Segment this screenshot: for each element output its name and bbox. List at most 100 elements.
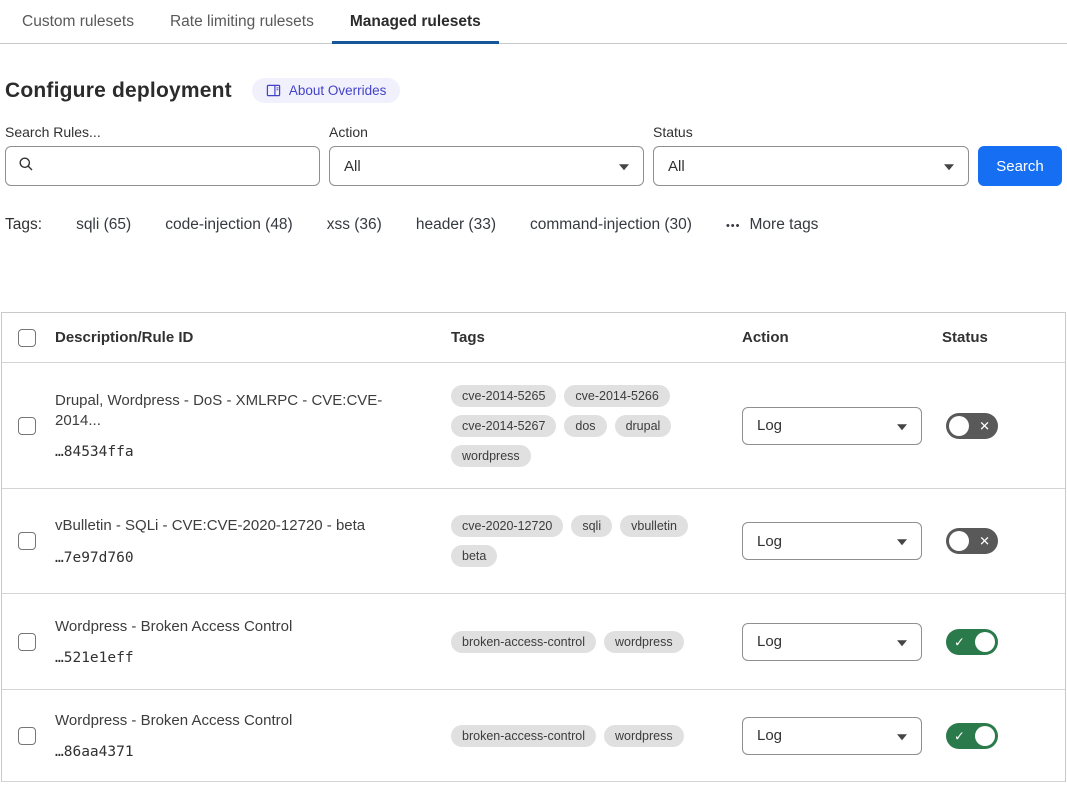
tab-custom-rulesets[interactable]: Custom rulesets (4, 0, 152, 43)
tag-pill: wordpress (604, 631, 684, 653)
table-row: Drupal, Wordpress - DoS - XMLRPC - CVE:C… (2, 363, 1065, 489)
tag-link-command-injection[interactable]: command-injection (30) (530, 216, 692, 234)
ruleset-tabs: Custom rulesets Rate limiting rulesets M… (0, 0, 1067, 44)
tag-link-xss[interactable]: xss (36) (327, 216, 382, 234)
column-header-status: Status (942, 329, 1065, 346)
toggle-state-icon (954, 635, 965, 648)
rule-title: Drupal, Wordpress - DoS - XMLRPC - CVE:C… (55, 391, 427, 432)
toggle-knob (949, 416, 969, 436)
tags-bar-label: Tags: (5, 216, 42, 234)
row-checkbox[interactable] (18, 417, 36, 435)
rule-tags: cve-2020-12720 sqli vbulletin beta (451, 501, 742, 581)
chevron-down-icon (897, 424, 907, 430)
chevron-down-icon (944, 164, 954, 170)
status-toggle[interactable] (946, 629, 998, 655)
chevron-down-icon (619, 164, 629, 170)
tag-pill: beta (451, 545, 497, 567)
table-row: vBulletin - SQLi - CVE:CVE-2020-12720 - … (2, 489, 1065, 594)
tag-pill: cve-2020-12720 (451, 515, 563, 537)
column-header-description: Description/Rule ID (55, 329, 451, 346)
toggle-state-icon (954, 729, 965, 742)
row-checkbox[interactable] (18, 532, 36, 550)
more-tags-button[interactable]: ••• More tags (726, 216, 818, 234)
tag-pill: dos (564, 415, 606, 437)
row-action-value: Log (757, 417, 782, 434)
tab-rate-limiting-rulesets[interactable]: Rate limiting rulesets (152, 0, 332, 43)
tag-link-sqli[interactable]: sqli (65) (76, 216, 131, 234)
toggle-knob (975, 632, 995, 652)
tab-managed-rulesets[interactable]: Managed rulesets (332, 0, 499, 43)
tag-pill: wordpress (604, 725, 684, 747)
tag-pill: broken-access-control (451, 631, 596, 653)
managed-rules-table: Description/Rule ID Tags Action Status D… (1, 312, 1066, 782)
status-toggle[interactable] (946, 413, 998, 439)
toggle-knob (975, 726, 995, 746)
rule-tags: broken-access-control wordpress (451, 617, 742, 667)
toggle-state-icon (979, 419, 990, 432)
column-header-action: Action (742, 329, 942, 346)
search-rules-input[interactable] (42, 147, 319, 185)
row-checkbox[interactable] (18, 633, 36, 651)
search-rules-box (5, 146, 320, 186)
status-toggle[interactable] (946, 723, 998, 749)
action-filter-select[interactable]: All (329, 146, 644, 186)
book-icon (266, 83, 281, 98)
more-tags-label: More tags (750, 216, 819, 234)
tag-pill: sqli (571, 515, 612, 537)
rule-id: …7e97d760 (55, 550, 427, 566)
status-filter-select[interactable]: All (653, 146, 969, 186)
status-toggle[interactable] (946, 528, 998, 554)
chevron-down-icon (897, 640, 907, 646)
status-filter-label: Status (653, 124, 969, 140)
tag-link-code-injection[interactable]: code-injection (48) (165, 216, 293, 234)
chevron-down-icon (897, 734, 907, 740)
table-row: Wordpress - Broken Access Control …521e1… (2, 594, 1065, 690)
ellipsis-icon: ••• (726, 220, 741, 232)
tag-pill: drupal (615, 415, 672, 437)
rule-title: Wordpress - Broken Access Control (55, 711, 427, 731)
rule-title: vBulletin - SQLi - CVE:CVE-2020-12720 - … (55, 516, 427, 536)
rule-id: …84534ffa (55, 444, 427, 460)
row-checkbox[interactable] (18, 727, 36, 745)
tag-pill: broken-access-control (451, 725, 596, 747)
page-title: Configure deployment (5, 79, 232, 103)
toggle-state-icon (979, 535, 990, 548)
tag-pill: cve-2014-5265 (451, 385, 556, 407)
tags-bar: Tags: sqli (65) code-injection (48) xss … (5, 216, 1067, 234)
tag-link-header[interactable]: header (33) (416, 216, 496, 234)
tag-pill: vbulletin (620, 515, 688, 537)
action-filter-value: All (344, 158, 361, 175)
column-header-tags: Tags (451, 329, 742, 346)
rule-tags: broken-access-control wordpress (451, 711, 742, 761)
about-overrides-link[interactable]: About Overrides (252, 78, 401, 103)
search-rules-group: Search Rules... (5, 124, 320, 186)
heading-row: Configure deployment About Overrides (5, 78, 1067, 103)
row-action-select[interactable]: Log (742, 407, 922, 445)
table-header-row: Description/Rule ID Tags Action Status (2, 313, 1065, 363)
tag-pill: cve-2014-5266 (564, 385, 669, 407)
search-icon (18, 156, 34, 176)
row-action-select[interactable]: Log (742, 522, 922, 560)
filters-row: Search Rules... Action All Status All Se… (5, 124, 1062, 186)
tag-pill: wordpress (451, 445, 531, 467)
chevron-down-icon (897, 539, 907, 545)
rule-id: …86aa4371 (55, 744, 427, 760)
toggle-knob (949, 531, 969, 551)
status-filter-group: Status All (653, 124, 969, 186)
status-filter-value: All (668, 158, 685, 175)
select-all-checkbox[interactable] (18, 329, 36, 347)
search-button[interactable]: Search (978, 146, 1062, 186)
search-rules-label: Search Rules... (5, 124, 320, 140)
about-overrides-label: About Overrides (289, 83, 387, 98)
tag-pill: cve-2014-5267 (451, 415, 556, 437)
rule-tags: cve-2014-5265 cve-2014-5266 cve-2014-526… (451, 371, 742, 481)
rule-title: Wordpress - Broken Access Control (55, 617, 427, 637)
action-filter-group: Action All (329, 124, 644, 186)
row-action-value: Log (757, 727, 782, 744)
rule-id: …521e1eff (55, 650, 427, 666)
row-action-value: Log (757, 533, 782, 550)
row-action-select[interactable]: Log (742, 717, 922, 755)
row-action-select[interactable]: Log (742, 623, 922, 661)
table-row: Wordpress - Broken Access Control …86aa4… (2, 690, 1065, 782)
row-action-value: Log (757, 633, 782, 650)
